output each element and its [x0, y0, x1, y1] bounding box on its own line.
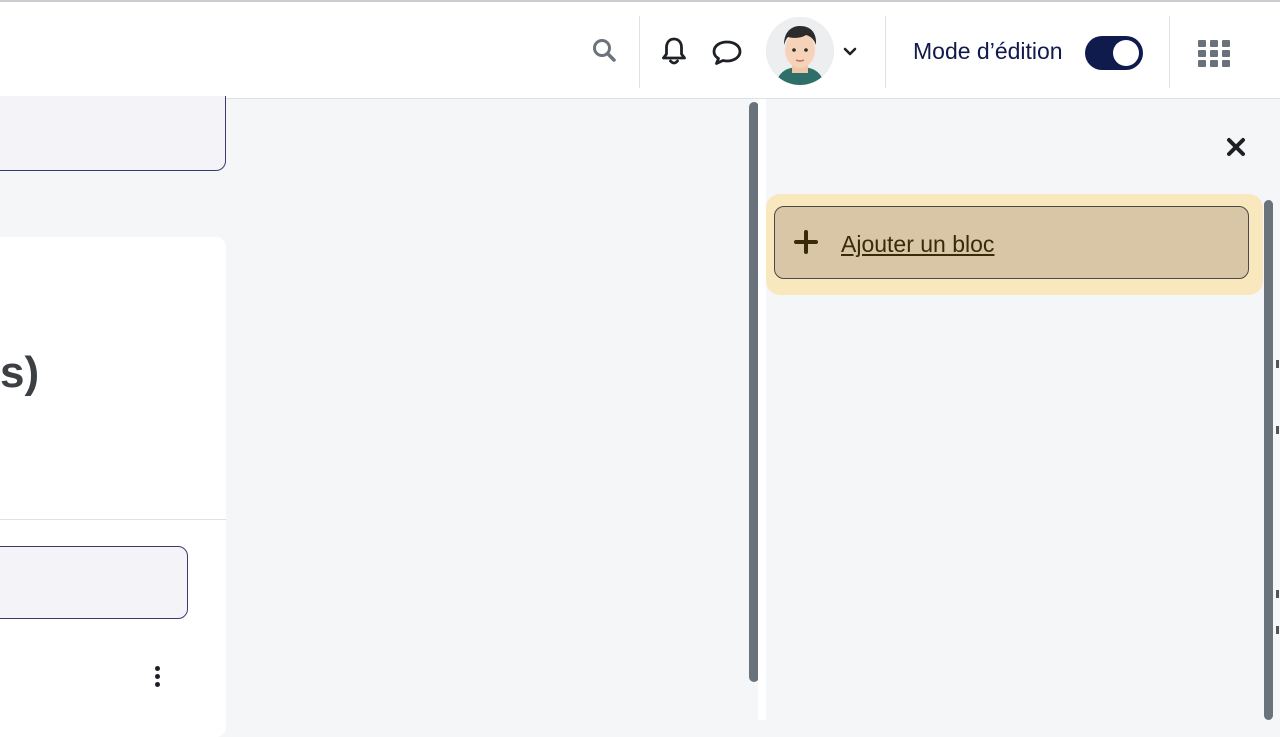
- edit-mode-toggle[interactable]: [1085, 36, 1143, 70]
- bell-icon: [662, 37, 686, 65]
- drawer-scrollbar[interactable]: [1264, 200, 1273, 720]
- plus-icon: [794, 230, 818, 254]
- more-actions-icon[interactable]: [147, 660, 167, 692]
- search-icon: [593, 39, 616, 62]
- nav-divider: [1169, 16, 1170, 88]
- kebab-dot: [154, 665, 160, 671]
- bottom-input-field[interactable]: [0, 546, 188, 619]
- search-button[interactable]: [588, 34, 620, 66]
- apps-menu-button[interactable]: [1196, 36, 1232, 70]
- edit-mode-label: Mode d’édition: [913, 38, 1063, 64]
- add-block-label: Ajouter un bloc: [841, 231, 995, 257]
- grid-icon: [1198, 40, 1230, 67]
- add-block-button[interactable]: Ajouter un bloc: [774, 206, 1249, 279]
- drawer-separator: [758, 99, 766, 720]
- nav-divider: [885, 16, 886, 88]
- user-menu-toggle[interactable]: [840, 42, 860, 62]
- chevron-down-icon: [843, 47, 857, 56]
- kebab-dot: [154, 673, 160, 679]
- content-card: [0, 237, 226, 737]
- drawer-close-button[interactable]: [1220, 131, 1252, 163]
- block-drawer: [766, 99, 1280, 720]
- avatar-image: [766, 17, 834, 85]
- card-divider: [0, 519, 226, 520]
- messages-button[interactable]: [709, 36, 745, 68]
- kebab-dot: [154, 681, 160, 687]
- card-title: s): [0, 348, 40, 397]
- edge-fragments: [1276, 360, 1280, 660]
- top-navbar: Mode d’édition: [0, 0, 1280, 99]
- notifications-button[interactable]: [658, 34, 690, 68]
- chat-bubble-icon: [712, 40, 742, 65]
- toggle-knob: [1113, 40, 1139, 66]
- close-icon: [1227, 138, 1245, 156]
- user-avatar[interactable]: [766, 17, 834, 85]
- nav-divider: [639, 16, 640, 88]
- top-input-field[interactable]: [0, 96, 226, 171]
